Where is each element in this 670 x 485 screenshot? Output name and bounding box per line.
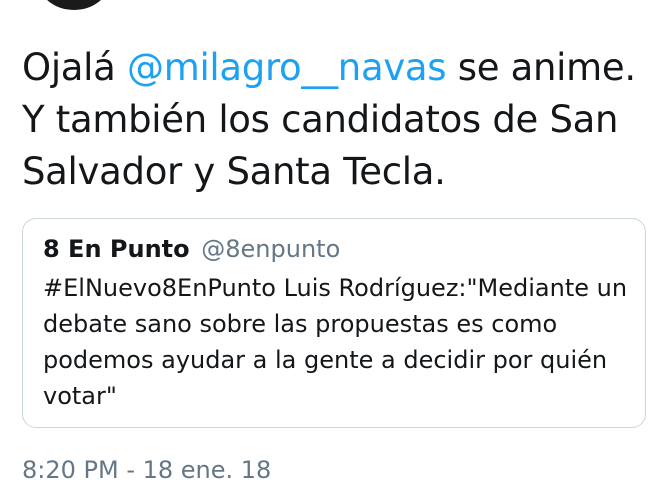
quoted-author-name[interactable]: 8 En Punto (43, 235, 190, 263)
tweet-timestamp[interactable]: 8:20 PM - 18 ene. 18 (22, 455, 271, 485)
quoted-tweet-card[interactable]: 8 En Punto @8enpunto #ElNuevo8EnPunto Lu… (22, 218, 646, 428)
avatar[interactable] (38, 0, 110, 10)
quoted-tweet-header: 8 En Punto @8enpunto (43, 233, 340, 265)
quoted-author-handle[interactable]: @8enpunto (201, 235, 340, 263)
tweet-text-start: Ojalá (22, 46, 127, 89)
quoted-tweet-text: #ElNuevo8EnPunto Luis Rodríguez:"Mediant… (43, 274, 628, 410)
mention-link[interactable]: @milagro__navas (127, 46, 447, 89)
tweet-text: Ojalá @milagro__navas se anime. Y tambié… (22, 42, 662, 198)
